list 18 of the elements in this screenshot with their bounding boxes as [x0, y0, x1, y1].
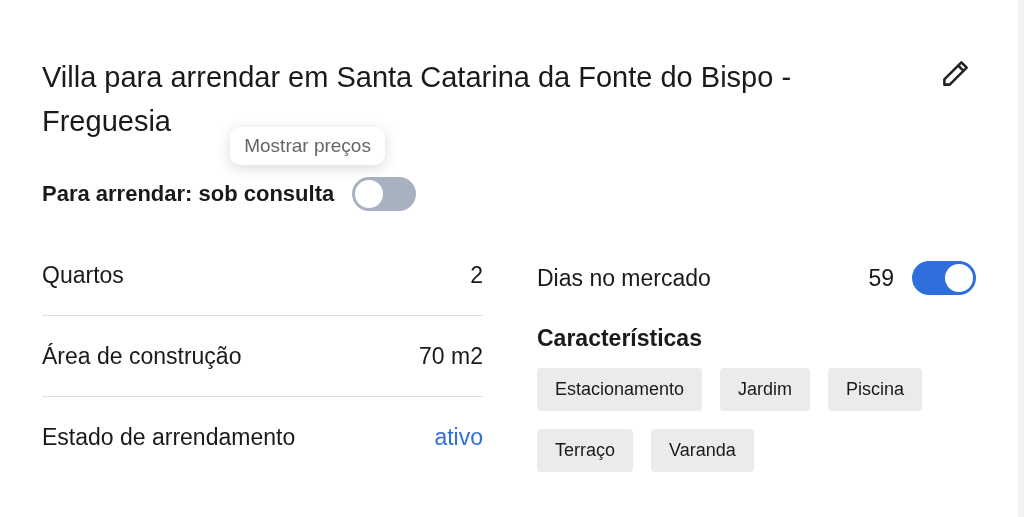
status-link[interactable]: ativo	[434, 423, 483, 451]
features-heading: Características	[537, 324, 703, 353]
detail-label: Área de construção	[42, 342, 242, 370]
price-label: Para arrendar: sob consulta	[42, 181, 335, 207]
detail-value: 2	[470, 261, 483, 289]
detail-label: Quartos	[42, 261, 124, 289]
feature-tag: Estacionamento	[537, 368, 703, 411]
market-days-value: 59	[868, 264, 894, 292]
market-days-toggle[interactable]	[912, 261, 976, 295]
feature-tag: Piscina	[828, 368, 923, 411]
show-prices-toggle[interactable]	[352, 177, 417, 211]
detail-value: 70 m2	[419, 342, 483, 370]
feature-tag: Terraço	[537, 429, 634, 472]
market-days-label: Dias no mercado	[537, 264, 712, 292]
feature-tag: Jardim	[720, 368, 811, 411]
tooltip: Mostrar preços	[230, 127, 385, 165]
detail-label: Estado de arrendamento	[42, 423, 296, 451]
feature-tag: Varanda	[651, 429, 754, 472]
